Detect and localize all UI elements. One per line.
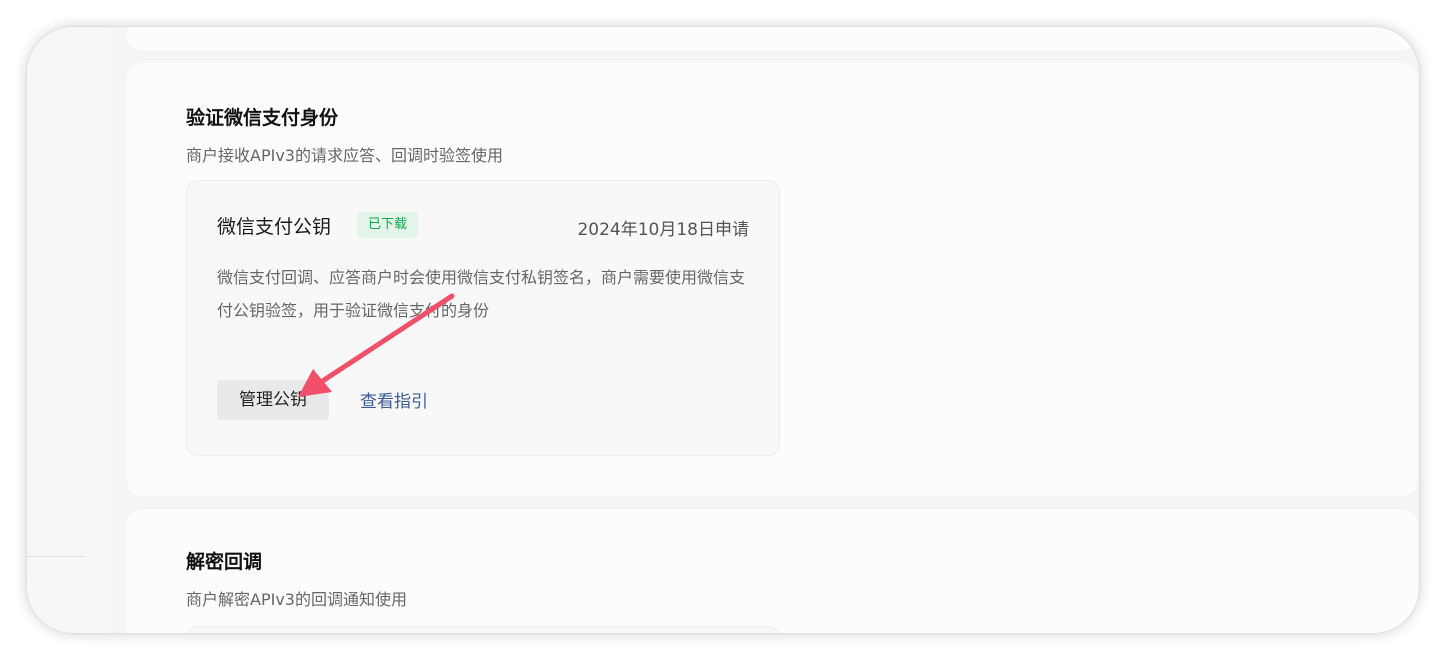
sidebar-divider <box>27 556 85 557</box>
decrypt-card <box>186 626 780 633</box>
verify-identity-section: 验证微信支付身份 商户接收APIv3的请求应答、回调时验签使用 微信支付公钥 已… <box>127 63 1417 496</box>
app-window: 验证微信支付身份 商户接收APIv3的请求应答、回调时验签使用 微信支付公钥 已… <box>27 27 1419 633</box>
section-subtitle: 商户解密APIv3的回调通知使用 <box>186 590 407 609</box>
status-badge: 已下载 <box>357 212 419 238</box>
section-title: 解密回调 <box>186 551 263 573</box>
section-subtitle: 商户接收APIv3的请求应答、回调时验签使用 <box>186 146 503 165</box>
section-title: 验证微信支付身份 <box>186 107 339 129</box>
public-key-card: 微信支付公钥 已下载 2024年10月18日申请 微信支付回调、应答商户时会使用… <box>186 180 780 456</box>
apply-date: 2024年10月18日申请 <box>577 220 749 240</box>
previous-section-panel <box>127 27 1417 50</box>
manage-public-key-button[interactable]: 管理公钥 <box>217 380 329 420</box>
decrypt-callback-section: 解密回调 商户解密APIv3的回调通知使用 <box>127 509 1417 633</box>
view-guide-link[interactable]: 查看指引 <box>360 387 428 412</box>
card-title: 微信支付公钥 <box>217 216 332 238</box>
card-description: 微信支付回调、应答商户时会使用微信支付私钥签名，商户需要使用微信支付公钥验签，用… <box>217 268 746 320</box>
left-sidebar <box>27 27 111 633</box>
